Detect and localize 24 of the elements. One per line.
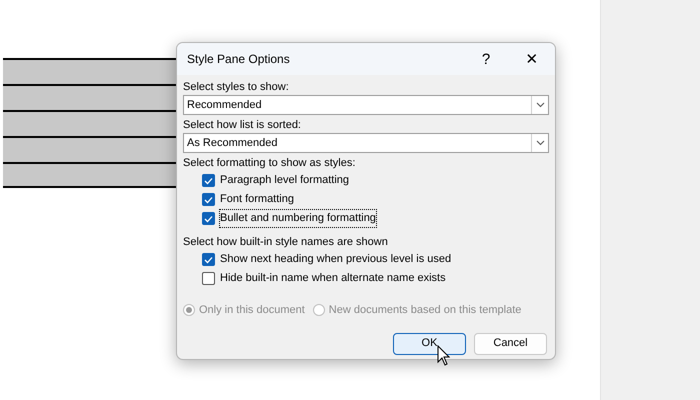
checkbox-label[interactable]: Hide built-in name when alternate name exists — [220, 270, 446, 287]
cancel-button[interactable]: Cancel — [474, 332, 547, 354]
chevron-icon — [536, 102, 544, 108]
close-button[interactable]: ✕ — [509, 52, 555, 66]
checkbox[interactable] — [202, 193, 215, 206]
section-label: Select formatting to show as styles: — [183, 156, 356, 171]
pointer-icon — [437, 345, 451, 367]
section-label: Select how built-in style names are shown — [183, 235, 389, 250]
checkbox[interactable] — [202, 212, 215, 225]
dropdown[interactable]: As Recommended — [183, 133, 549, 153]
checkbox-label[interactable]: Bullet and numbering formatting — [220, 210, 376, 227]
checkbox[interactable] — [202, 174, 215, 187]
checkbox-label[interactable]: Show next heading when previous level is used — [220, 251, 452, 268]
checkbox[interactable] — [202, 253, 215, 266]
help-button[interactable]: ? — [463, 52, 509, 66]
field-label: Select how list is sorted: — [183, 118, 302, 133]
chevron-icon — [536, 140, 544, 146]
checkbox[interactable] — [202, 272, 215, 285]
dropdown[interactable]: Recommended — [183, 95, 549, 115]
checkbox-label[interactable]: Font formatting — [220, 191, 294, 208]
dialog-title: Style Pane Options — [187, 51, 291, 68]
ok-button[interactable]: OK — [393, 332, 466, 354]
field-label: Select styles to show: — [183, 80, 290, 95]
checkbox-label[interactable]: Paragraph level formatting — [220, 172, 350, 189]
